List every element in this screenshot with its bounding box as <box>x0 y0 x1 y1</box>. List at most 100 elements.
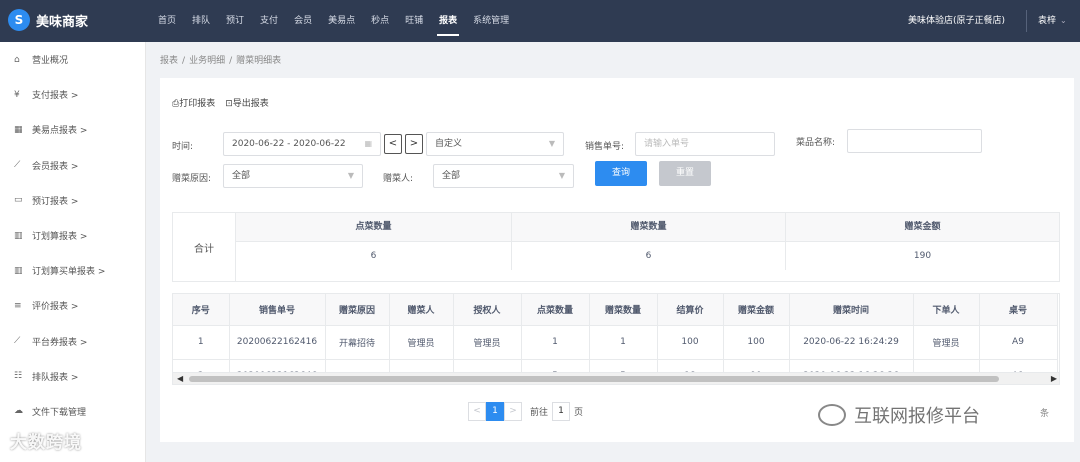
export-report-button[interactable]: ⊡导出报表 <box>225 96 269 109</box>
sidebar-item-label: 评价报表 > <box>32 302 79 313</box>
sidebar-item-label: 支付报表 > <box>32 91 79 102</box>
brand-logo-icon: S <box>8 9 30 31</box>
table-cell: 管理员 <box>913 325 980 360</box>
period-value: 自定义 <box>435 139 463 149</box>
column-header: 赠菜原因 <box>325 294 390 326</box>
nav-item[interactable]: 报表 <box>431 0 465 42</box>
column-header: 赠菜人 <box>389 294 454 326</box>
scrollbar-thumb[interactable] <box>189 376 999 382</box>
giver-label: 赠菜人: <box>383 174 414 184</box>
date-range-value: 2020-06-22 - 2020-06-22 <box>232 139 346 149</box>
page-number[interactable]: 1 <box>486 402 504 421</box>
query-button[interactable]: 查询 <box>595 161 647 186</box>
column-header: 授权人 <box>453 294 522 326</box>
sidebar-item[interactable]: ⌂ 营业概况 <box>0 42 145 77</box>
table-cell: 1 <box>173 325 230 360</box>
brand-logo[interactable]: S 美味商家 <box>8 9 88 31</box>
sidebar-item-label: 订划算报表 > <box>32 232 88 243</box>
sidebar-item[interactable]: ▦ 美易点报表 > <box>0 112 145 147</box>
table-header-row: 序号 销售单号 赠菜原因 赠菜人 授权人 点菜数量 赠菜数量 结算价 赠菜金额 赠菜时间 下单人 桌号 <box>173 294 1058 326</box>
reset-button[interactable]: 重置 <box>659 161 711 186</box>
scroll-right-icon[interactable]: ▶ <box>1051 373 1057 384</box>
column-header: 赠菜金额 <box>723 294 790 326</box>
gift-reason-label: 赠菜原因: <box>172 174 212 184</box>
sidebar-item[interactable]: ▥ 订划算买单报表 > <box>0 253 145 288</box>
prev-date-button[interactable]: < <box>384 134 402 154</box>
breadcrumb-separator: / <box>229 56 233 66</box>
dish-name-label: 菜品名称: <box>796 138 836 148</box>
scroll-left-icon[interactable]: ◀ <box>177 373 183 384</box>
breadcrumb-item[interactable]: 报表 <box>160 56 178 66</box>
store-name[interactable]: 美味体验店(原子正餐店) <box>908 0 1005 42</box>
sidebar: ⌂ 营业概况 ¥ 支付报表 > ▦ 美易点报表 > ⟋ 会员报表 > ▭ 预订报表 > ▥ 订划算报表… <box>0 42 146 462</box>
table-cell: 1 <box>589 325 658 360</box>
summary-panel: 合计 点菜数量 6 赠菜数量 6 赠菜金额 190 <box>172 212 1060 282</box>
order-number-input[interactable]: 请输入单号 <box>635 132 775 156</box>
sidebar-item-label: 美易点报表 > <box>32 126 88 137</box>
sidebar-item[interactable]: ☷ 排队报表 > <box>0 359 145 394</box>
sidebar-item[interactable]: ⟋ 会员报表 > <box>0 148 145 183</box>
table-cell: A9 <box>979 325 1058 360</box>
sidebar-item[interactable]: ☁ 文件下载管理 <box>0 394 145 429</box>
sidebar-item-label: 订划算买单报表 > <box>32 267 106 278</box>
header-divider <box>1026 10 1027 32</box>
order-number-label: 销售单号: <box>585 142 625 152</box>
summary-label: 合计 <box>173 213 236 282</box>
table-cell: 100 <box>657 325 724 360</box>
user-name: 袁梓 <box>1038 16 1057 26</box>
nav-item[interactable]: 预订 <box>218 0 252 42</box>
trend-icon: ⟋ <box>14 336 21 347</box>
giver-select[interactable]: 全部 ▼ <box>433 164 574 188</box>
gift-reason-select[interactable]: 全部 ▼ <box>223 164 363 188</box>
breadcrumb-separator: / <box>182 56 186 66</box>
print-report-button[interactable]: ⎙打印报表 <box>172 96 215 109</box>
nav-item[interactable]: 首页 <box>150 0 184 42</box>
sidebar-item-label: 文件下载管理 <box>32 407 87 418</box>
yen-icon: ¥ <box>14 89 20 100</box>
dish-name-input[interactable] <box>847 129 982 153</box>
nav-item[interactable]: 排队 <box>184 0 218 42</box>
goto-page-input[interactable]: 1 <box>552 402 571 421</box>
nav-item[interactable]: 支付 <box>252 0 286 42</box>
table-cell: 管理员 <box>389 325 454 360</box>
table-cell: 管理员 <box>453 325 522 360</box>
list-icon: ≡ <box>14 300 22 311</box>
prev-page-button[interactable]: < <box>468 402 486 421</box>
date-range-picker[interactable]: 2020-06-22 - 2020-06-22 ▦ <box>223 132 381 156</box>
next-date-button[interactable]: > <box>405 134 423 154</box>
next-page-button[interactable]: > <box>504 402 522 421</box>
period-select[interactable]: 自定义 ▼ <box>426 132 564 156</box>
nav-item[interactable]: 美易点 <box>320 0 363 42</box>
nav-item[interactable]: 旺铺 <box>397 0 431 42</box>
table-row[interactable]: 1 20200622162416 开幕招待 管理员 管理员 1 1 100 100 2020-06… <box>173 325 1058 360</box>
breadcrumb-item[interactable]: 业务明细 <box>189 56 225 66</box>
column-header: 下单人 <box>913 294 980 326</box>
nav-item[interactable]: 会员 <box>286 0 320 42</box>
brand-name: 美味商家 <box>36 14 89 30</box>
summary-value: 6 <box>370 251 377 261</box>
horizontal-scrollbar[interactable]: ◀ ▶ <box>173 372 1059 384</box>
table-icon: ▦ <box>14 124 23 135</box>
sidebar-item[interactable]: ≡ 评价报表 > <box>0 288 145 323</box>
sidebar-item[interactable]: ▭ 预订报表 > <box>0 183 145 218</box>
nav-item[interactable]: 系统管理 <box>465 0 517 42</box>
sidebar-item[interactable]: ⟋ 平台券报表 > <box>0 324 145 359</box>
user-menu[interactable]: 袁梓 ⌄ <box>1038 0 1067 42</box>
calendar-icon: ▦ <box>364 139 372 148</box>
column-header: 销售单号 <box>229 294 326 326</box>
nav-item[interactable]: 秒点 <box>363 0 397 42</box>
sidebar-item[interactable]: ¥ 支付报表 > <box>0 77 145 112</box>
table-cell: 100 <box>723 325 790 360</box>
chevron-down-icon: ▼ <box>548 139 555 148</box>
gift-reason-value: 全部 <box>232 171 251 181</box>
column-header: 赠菜时间 <box>789 294 914 326</box>
sidebar-item[interactable]: ▥ 订划算报表 > <box>0 218 145 253</box>
time-label: 时间: <box>172 142 194 152</box>
breadcrumb: 报表 / 业务明细 / 赠菜明细表 <box>160 53 285 66</box>
breadcrumb-item: 赠菜明细表 <box>236 56 282 66</box>
watermark-left: 大数跨境 <box>10 433 82 453</box>
total-count-suffix: 条 <box>1040 409 1050 419</box>
summary-header: 赠菜金额 <box>786 213 1059 242</box>
summary-column: 赠菜金额 190 <box>786 213 1059 270</box>
page-unit-label: 页 <box>574 408 584 418</box>
